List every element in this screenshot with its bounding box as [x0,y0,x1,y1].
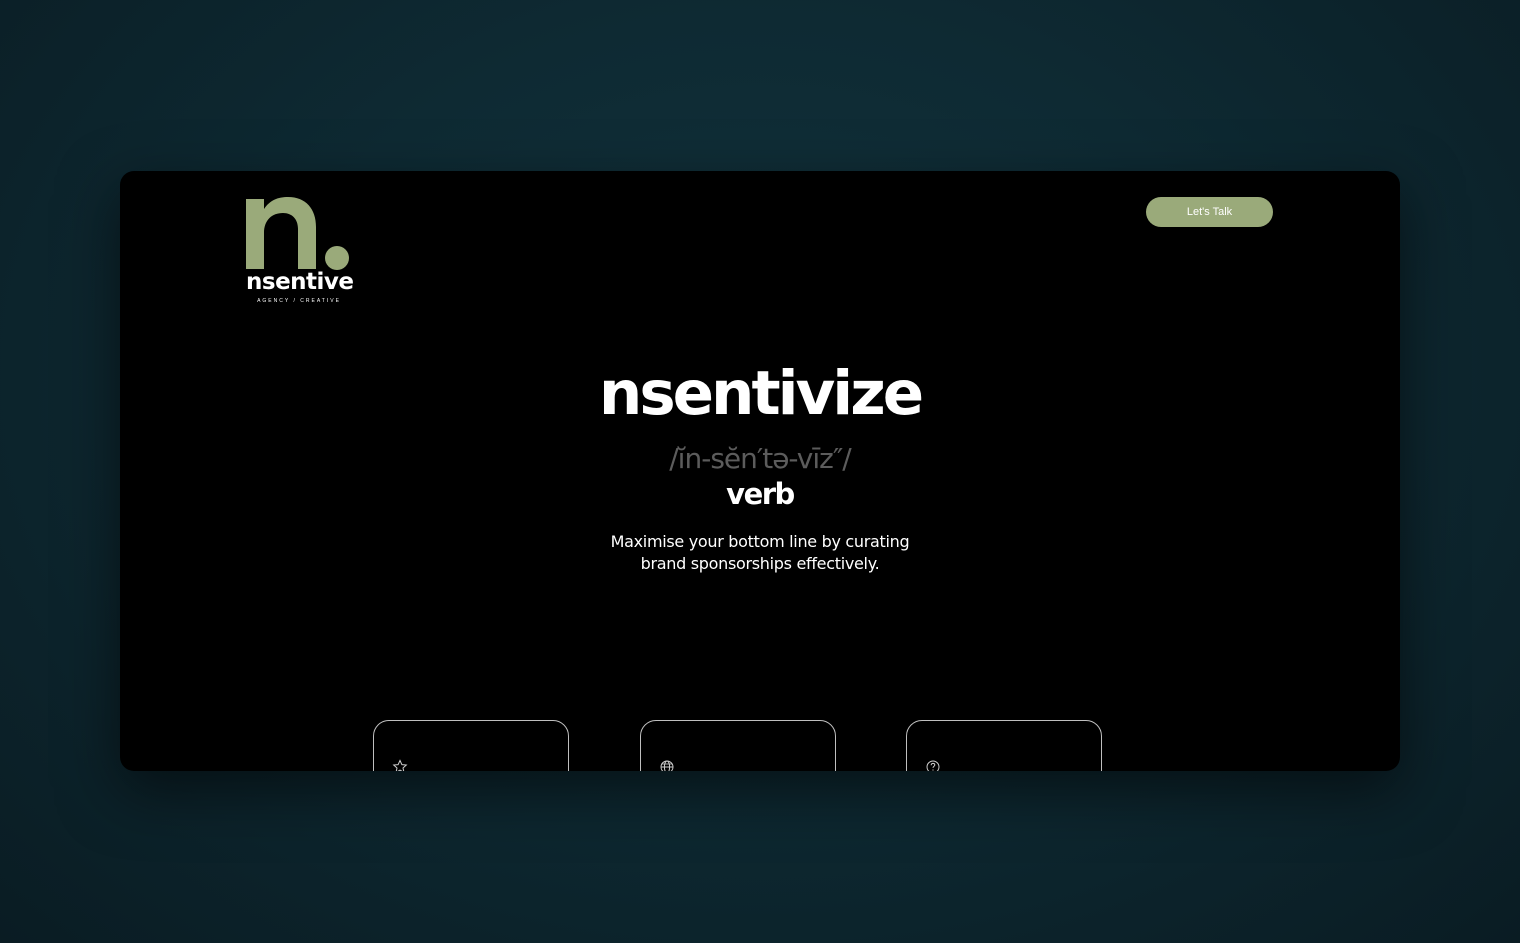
feature-card-3[interactable] [906,720,1102,771]
logo-wordmark: nsentive [246,269,354,295]
brand-logo[interactable]: nsentive AGENCY / CREATIVE [246,195,356,307]
hero-pronunciation: /ĭn-sĕn′tə-vīz″/ [669,442,851,475]
lets-talk-button[interactable]: Let's Talk [1146,197,1273,227]
hero-title: nsentivize [598,358,924,429]
feature-card-1[interactable] [373,720,569,771]
globe-icon [660,760,674,771]
logo-tagline: AGENCY / CREATIVE [257,298,341,304]
hero-tagline-line2: brand sponsorships effectively. [640,554,880,573]
star-icon [392,759,408,771]
page-frame: nsentive AGENCY / CREATIVE Let's Talk ns… [120,171,1400,771]
question-icon [926,760,940,771]
hero-tagline-line1: Maximise your bottom line by curating [610,532,910,551]
hero-part-of-speech: verb [726,477,795,511]
hero-tagline: Maximise your bottom line by curating br… [610,531,910,575]
logo-n-mark [246,197,349,270]
feature-card-2[interactable] [640,720,836,771]
